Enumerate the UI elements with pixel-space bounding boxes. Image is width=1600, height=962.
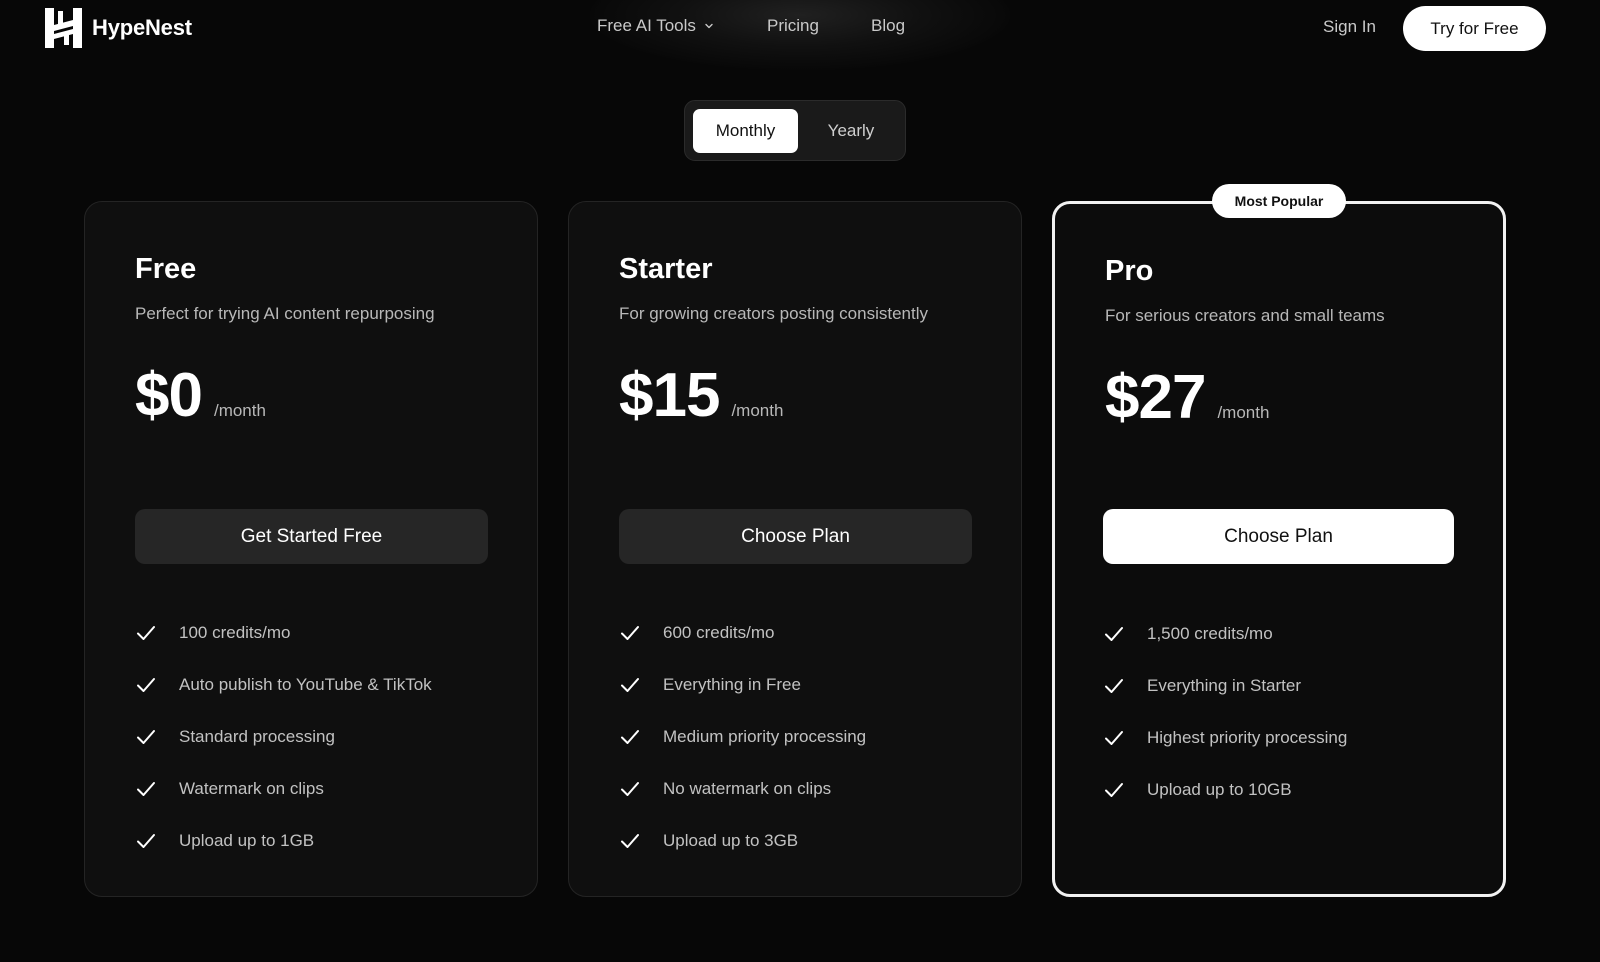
plan-card-free: Free Perfect for trying AI content repur… — [84, 201, 538, 897]
try-for-free-button[interactable]: Try for Free — [1403, 6, 1546, 51]
check-icon — [621, 782, 639, 796]
feature-text: Medium priority processing — [663, 727, 867, 746]
feature-item: Upload up to 10GB — [1103, 764, 1347, 816]
nav-item-blog[interactable]: Blog — [871, 16, 905, 36]
feature-item: Upload up to 1GB — [135, 815, 432, 867]
plan-price-row: $27 /month — [1105, 362, 1269, 433]
feature-text: Auto publish to YouTube & TikTok — [179, 675, 432, 694]
check-icon — [1105, 783, 1123, 797]
feature-text: Watermark on clips — [179, 779, 324, 798]
feature-item: Auto publish to YouTube & TikTok — [135, 659, 432, 711]
plan-period: /month — [1217, 403, 1270, 422]
choose-plan-button[interactable]: Choose Plan — [619, 509, 972, 564]
feature-item: Highest priority processing — [1103, 712, 1347, 764]
feature-item: Everything in Free — [619, 659, 866, 711]
check-icon — [137, 626, 155, 640]
nav-item-label: Free AI Tools — [597, 16, 696, 35]
check-icon — [1105, 679, 1123, 693]
feature-text: Upload up to 10GB — [1147, 780, 1292, 799]
plan-card-starter: Starter For growing creators posting con… — [568, 201, 1022, 897]
plan-price-row: $0 /month — [135, 360, 266, 431]
feature-text: Standard processing — [179, 727, 335, 746]
check-icon — [621, 730, 639, 744]
nav-item-pricing[interactable]: Pricing — [767, 16, 873, 36]
feature-item: Watermark on clips — [135, 763, 432, 815]
feature-item: Everything in Starter — [1103, 660, 1347, 712]
plan-price: $27 — [1105, 363, 1206, 432]
check-icon — [137, 834, 155, 848]
check-icon — [1105, 627, 1123, 641]
feature-text: 100 credits/mo — [179, 623, 291, 642]
check-icon — [621, 678, 639, 692]
feature-item: Upload up to 3GB — [619, 815, 866, 867]
feature-item: 1,500 credits/mo — [1103, 608, 1347, 660]
plan-price: $0 — [135, 361, 203, 430]
plan-price: $15 — [619, 361, 720, 430]
feature-text: 600 credits/mo — [663, 623, 775, 642]
plan-card-pro: Pro For serious creators and small teams… — [1052, 201, 1506, 897]
plan-description: For growing creators posting consistentl… — [619, 304, 928, 323]
feature-text: Highest priority processing — [1147, 728, 1348, 747]
check-icon — [137, 678, 155, 692]
billing-period-toggle: Monthly Yearly — [684, 100, 906, 161]
check-icon — [621, 834, 639, 848]
feature-item: Standard processing — [135, 711, 432, 763]
feature-list: 100 credits/mo Auto publish to YouTube &… — [135, 607, 432, 867]
brand-logo-link[interactable]: HypeNest — [45, 8, 192, 48]
feature-item: 100 credits/mo — [135, 607, 432, 659]
nav-item-label: Pricing — [767, 16, 819, 35]
main-nav: Free AI Tools Pricing Blog — [597, 16, 905, 36]
plan-description: Perfect for trying AI content repurposin… — [135, 304, 435, 323]
plan-name: Starter — [619, 253, 713, 285]
feature-text: Everything in Starter — [1147, 676, 1302, 695]
feature-text: 1,500 credits/mo — [1147, 624, 1273, 643]
monthly-option[interactable]: Monthly — [693, 109, 798, 153]
plan-period: /month — [731, 401, 784, 420]
check-icon — [137, 730, 155, 744]
choose-plan-button[interactable]: Choose Plan — [1103, 509, 1454, 564]
feature-item: 600 credits/mo — [619, 607, 866, 659]
feature-text: Upload up to 3GB — [663, 831, 799, 850]
top-nav-bar: HypeNest Free AI Tools Pricing Blog Sign… — [0, 0, 1600, 58]
feature-text: Everything in Free — [663, 675, 801, 694]
feature-list: 600 credits/mo Everything in Free Medium… — [619, 607, 866, 867]
hypenest-logo-icon — [45, 8, 82, 48]
check-icon — [1105, 731, 1123, 745]
nav-item-label: Blog — [871, 16, 906, 35]
check-icon — [137, 782, 155, 796]
get-started-free-button[interactable]: Get Started Free — [135, 509, 488, 564]
chevron-down-icon — [705, 23, 713, 29]
feature-text: No watermark on clips — [663, 779, 832, 798]
feature-text: Upload up to 1GB — [179, 831, 315, 850]
feature-item: No watermark on clips — [619, 763, 866, 815]
plan-name: Pro — [1105, 255, 1154, 287]
plan-price-row: $15 /month — [619, 360, 783, 431]
yearly-option[interactable]: Yearly — [805, 109, 897, 153]
plan-period: /month — [213, 401, 266, 420]
most-popular-badge: Most Popular — [1212, 184, 1346, 218]
brand-name: HypeNest — [92, 15, 192, 40]
sign-in-link[interactable]: Sign In — [1323, 17, 1376, 37]
feature-item: Medium priority processing — [619, 711, 866, 763]
plan-name: Free — [135, 253, 197, 285]
plan-description: For serious creators and small teams — [1105, 306, 1385, 325]
feature-list: 1,500 credits/mo Everything in Starter H… — [1103, 608, 1347, 816]
nav-item-free-ai-tools[interactable]: Free AI Tools — [597, 16, 733, 36]
check-icon — [621, 626, 639, 640]
